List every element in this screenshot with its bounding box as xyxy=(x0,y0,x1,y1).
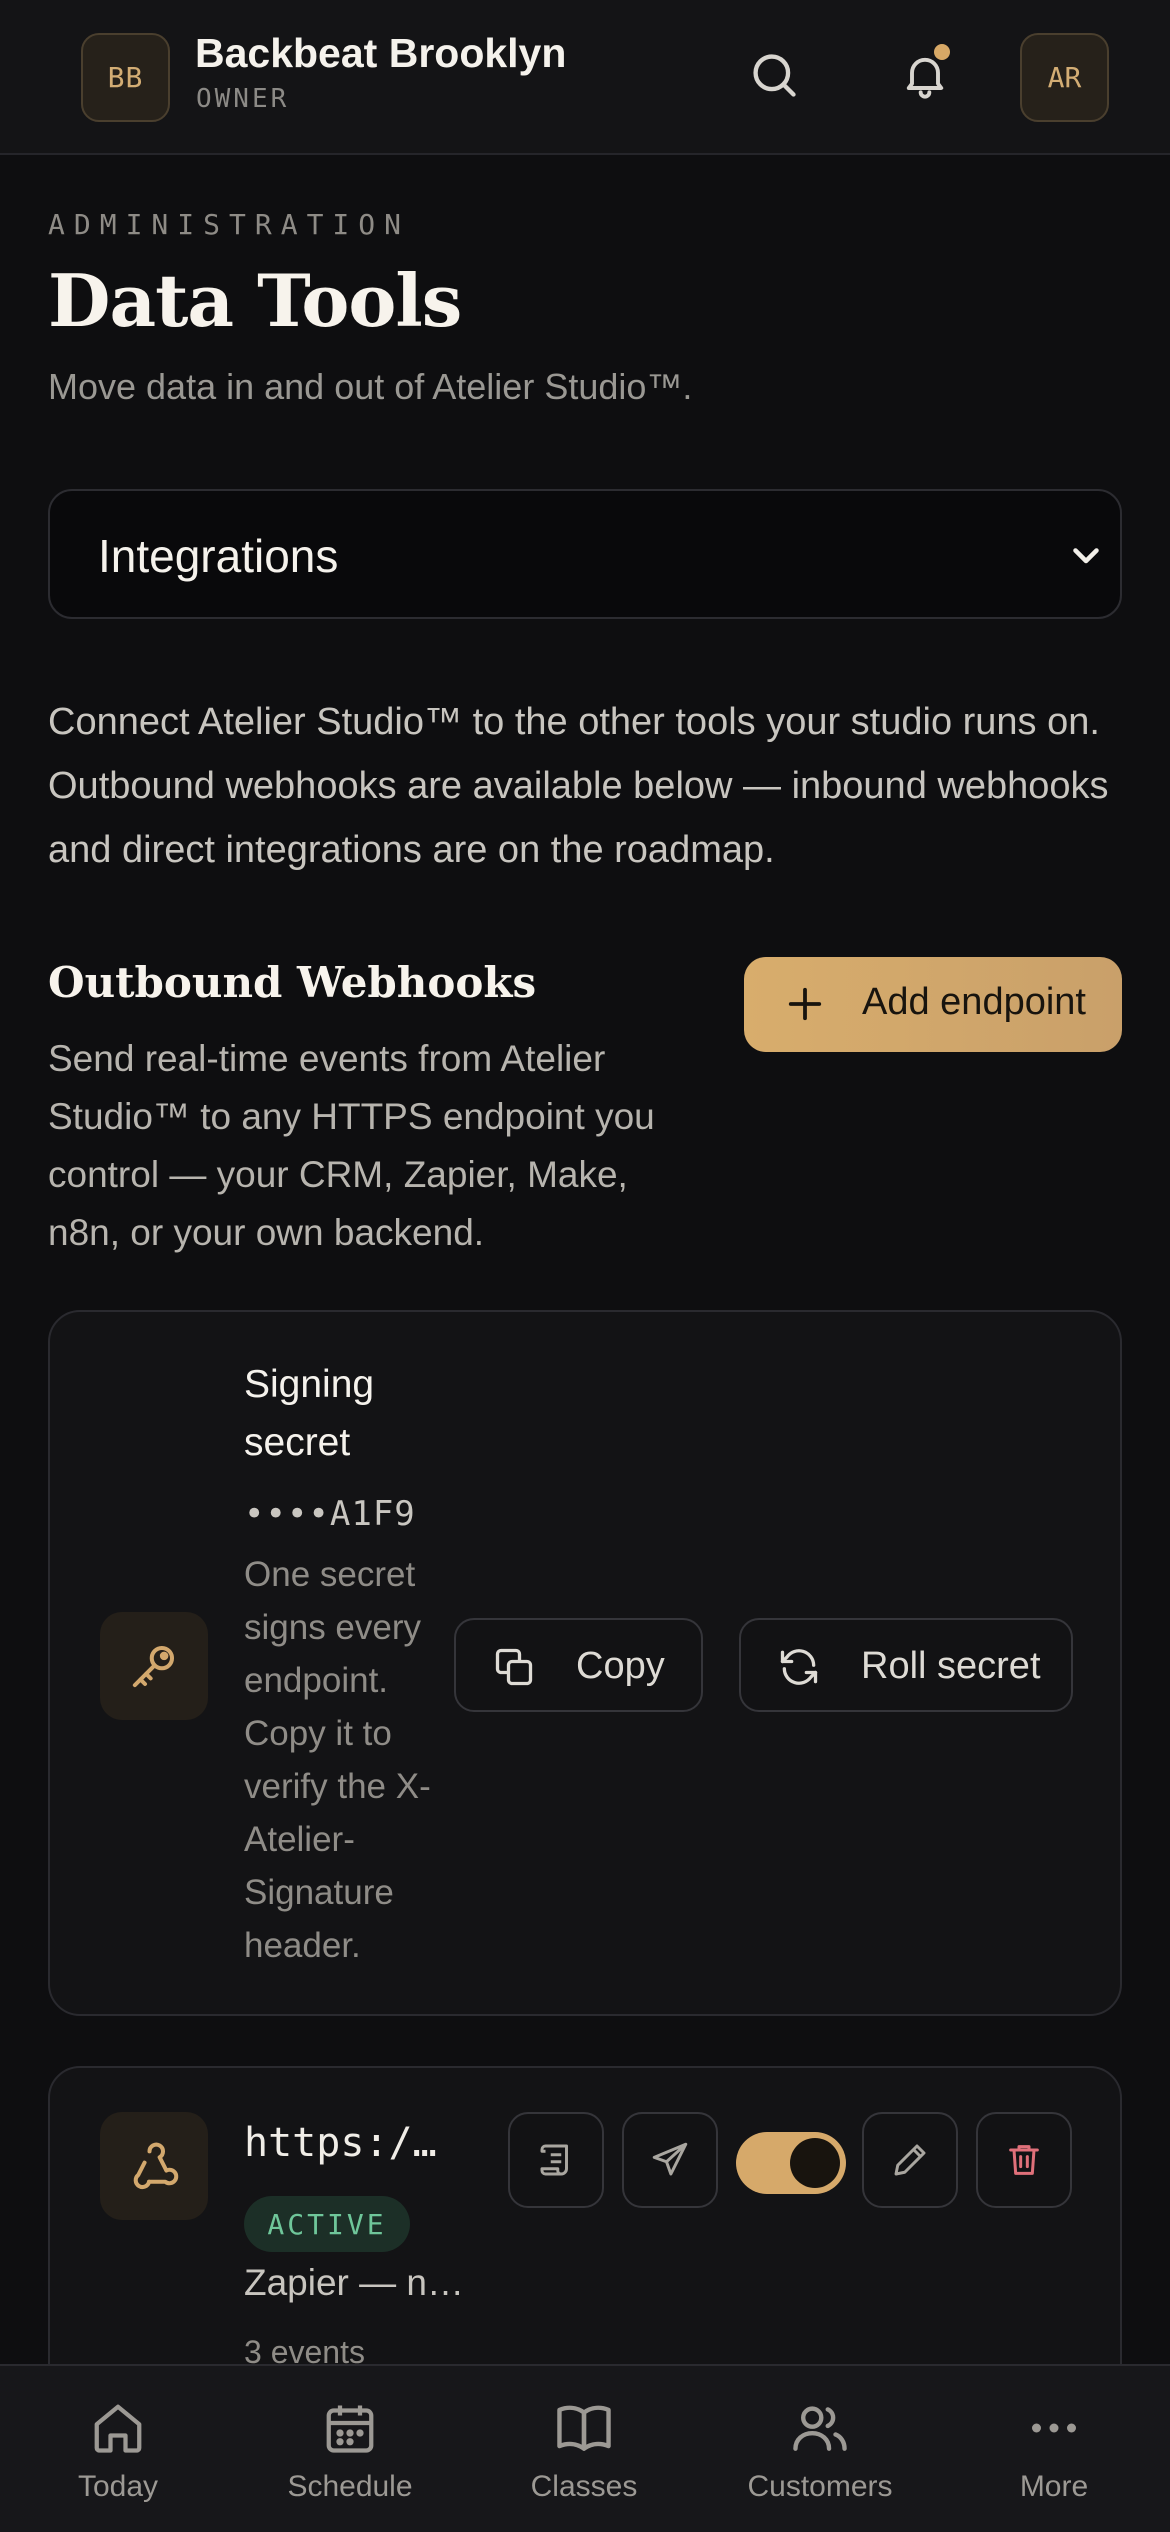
bottom-nav: Today Schedule Classes Customers More xyxy=(0,2364,1170,2532)
nav-label-customers: Customers xyxy=(747,2470,893,2503)
org-role: OWNER xyxy=(196,84,290,114)
toggle-knob xyxy=(790,2138,840,2188)
copy-label: Copy xyxy=(576,1645,665,1687)
chevron-down-icon xyxy=(1060,529,1112,581)
delete-endpoint-button[interactable] xyxy=(976,2112,1072,2208)
signing-secret-value: ••••A1F9 xyxy=(244,1494,416,1534)
nav-item-customers[interactable]: Customers xyxy=(740,2366,900,2532)
nav-item-classes[interactable]: Classes xyxy=(524,2366,644,2532)
nav-label-more: More xyxy=(1019,2470,1089,2503)
key-icon xyxy=(100,1612,208,1720)
home-icon xyxy=(86,2396,150,2460)
copy-secret-button[interactable]: Copy xyxy=(454,1618,703,1712)
webhooks-title: Outbound Webhooks xyxy=(48,958,537,1007)
status-badge: ACTIVE xyxy=(244,2196,410,2252)
nav-item-today[interactable]: Today xyxy=(58,2366,178,2532)
users-icon xyxy=(788,2396,852,2460)
roll-secret-label: Roll secret xyxy=(861,1645,1041,1687)
notifications-button[interactable] xyxy=(890,40,960,110)
webhook-icon xyxy=(100,2112,208,2220)
roll-secret-button[interactable]: Roll secret xyxy=(739,1618,1073,1712)
scroll-icon xyxy=(540,2144,568,2176)
org-name[interactable]: Backbeat Brooklyn xyxy=(195,30,566,77)
book-icon xyxy=(552,2396,616,2460)
page-eyebrow: ADMINISTRATION xyxy=(48,208,411,241)
signing-secret-card: Signing secret ••••A1F9 One secret signs… xyxy=(48,1310,1122,2016)
section-select[interactable]: Integrations xyxy=(48,489,1122,619)
top-bar: BB Backbeat Brooklyn OWNER AR xyxy=(0,0,1170,155)
send-icon xyxy=(652,2142,688,2176)
page-title: Data Tools xyxy=(48,258,462,343)
page-subtitle: Move data in and out of Atelier Studio™. xyxy=(48,366,693,407)
signing-secret-help: One secret signs every endpoint. Copy it… xyxy=(244,1555,431,1965)
user-avatar[interactable]: AR xyxy=(1020,33,1109,122)
search-icon xyxy=(753,54,796,97)
plus-icon xyxy=(788,987,822,1021)
search-button[interactable] xyxy=(739,40,809,110)
nav-item-more[interactable]: More xyxy=(994,2366,1114,2532)
org-avatar[interactable]: BB xyxy=(81,33,170,122)
endpoint-description: Zapier — ne… xyxy=(244,2262,474,2303)
integrations-intro: Connect Atelier Studio™ to the other too… xyxy=(48,701,1109,871)
nav-label-schedule: Schedule xyxy=(287,2470,413,2503)
endpoint-enabled-toggle[interactable] xyxy=(736,2132,846,2194)
nav-label-classes: Classes xyxy=(530,2470,638,2503)
signing-secret-title: Signing secret xyxy=(244,1363,375,1464)
more-icon xyxy=(1022,2396,1086,2460)
delivery-log-button[interactable] xyxy=(508,2112,604,2208)
copy-icon xyxy=(495,1648,533,1686)
add-endpoint-label: Add endpoint xyxy=(862,981,1086,1023)
add-endpoint-button[interactable]: Add endpoint xyxy=(744,957,1122,1052)
pencil-icon xyxy=(894,2144,926,2176)
endpoint-url: https://… xyxy=(244,2120,459,2166)
section-select-value: Integrations xyxy=(98,530,339,582)
notification-dot xyxy=(934,44,950,60)
refresh-icon xyxy=(780,1649,818,1685)
nav-item-schedule[interactable]: Schedule xyxy=(280,2366,420,2532)
send-test-button[interactable] xyxy=(622,2112,718,2208)
nav-label-today: Today xyxy=(77,2470,159,2503)
webhooks-description: Send real-time events from Atelier Studi… xyxy=(48,1038,655,1253)
trash-icon xyxy=(1009,2145,1039,2175)
edit-endpoint-button[interactable] xyxy=(862,2112,958,2208)
calendar-icon xyxy=(318,2396,382,2460)
